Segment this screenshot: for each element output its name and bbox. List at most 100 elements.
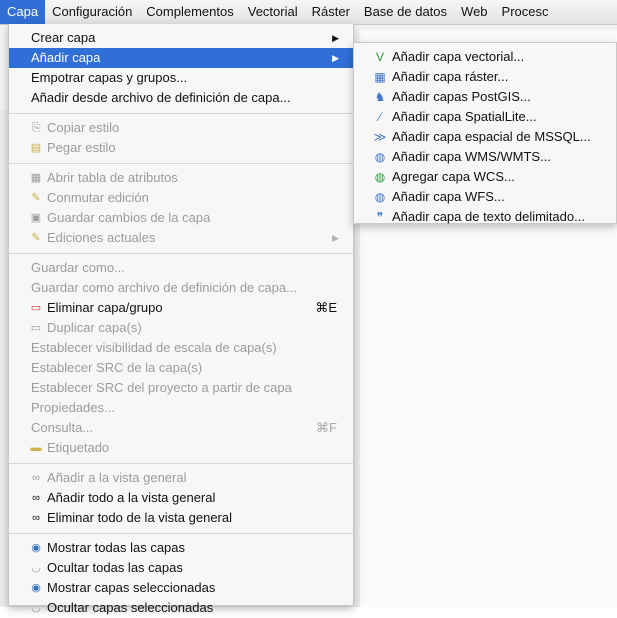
postgis-label: Añadir capas PostGIS... [392,89,531,104]
menu-raster[interactable]: Ráster [305,0,357,24]
submenu-item-texto-delimitado[interactable]: ❞ Añadir capa de texto delimitado... [354,207,616,227]
mssql-label: Añadir capa espacial de MSSQL... [392,129,591,144]
eliminar-shortcut: ⌘E [315,300,337,315]
menu-item-guardar-cambios: ▣ Guardar cambios de la capa [9,208,353,228]
overview-add-all-icon: ∞ [32,492,40,504]
menu-item-ediciones-actuales: ✎ Ediciones actuales ▶ [9,228,353,248]
submenu-item-postgis[interactable]: ♞ Añadir capas PostGIS... [354,87,616,107]
wcs-globe-icon: ◍ [374,170,386,184]
menu-item-guardar-como-def: Guardar como archivo de definición de ca… [31,280,297,295]
postgis-icon: ♞ [374,90,386,104]
wcs-label: Agregar capa WCS... [392,169,515,184]
menu-item-crear-capa[interactable]: Crear capa ▶ [9,28,353,48]
vector-layer-icon: V [375,50,384,64]
menu-item-mostrar-seleccionadas[interactable]: ◉ Mostrar capas seleccionadas [9,578,353,598]
submenu-item-wfs[interactable]: ◍ Añadir capa WFS... [354,187,616,207]
menu-item-establecer-src: Establecer SRC de la capa(s) [31,360,203,375]
overview-remove-all-icon: ∞ [32,512,40,524]
wfs-label: Añadir capa WFS... [392,189,505,204]
submenu-item-wms[interactable]: ◍ Añadir capa WMS/WMTS... [354,147,616,167]
mssql-icon: ≫ [373,130,387,144]
menu-item-anadir-todo-vista[interactable]: ∞ Añadir todo a la vista general [9,488,353,508]
submenu-item-vectorial[interactable]: V Añadir capa vectorial... [354,47,616,67]
menu-item-copiar-estilo: ⎘ Copiar estilo [9,118,353,138]
menu-item-anadir-capa[interactable]: Añadir capa ▶ [9,48,353,68]
menu-item-ocultar-todas[interactable]: ◡ Ocultar todas las capas [9,558,353,578]
submenu-item-spatialite[interactable]: ⁄ Añadir capa SpatialLite... [354,107,616,127]
ediciones-actuales-label: Ediciones actuales [47,230,156,245]
duplicar-capa-label: Duplicar capa(s) [47,320,142,335]
menu-procesos[interactable]: Procesc [495,0,556,24]
spatialite-icon: ⁄ [378,110,381,124]
ocultar-todas-label: Ocultar todas las capas [47,560,183,575]
duplicate-layer-icon: ▭ [30,322,42,334]
submenu-item-mssql[interactable]: ≫ Añadir capa espacial de MSSQL... [354,127,616,147]
attribute-table-icon: ▦ [30,172,42,184]
submenu-arrow-icon: ▶ [332,53,339,63]
eye-closed-icon: ◡ [31,602,41,614]
copiar-estilo-label: Copiar estilo [47,120,120,135]
spatialite-label: Añadir capa SpatialLite... [392,109,537,124]
menu-item-anadir-desde-archivo[interactable]: Añadir desde archivo de definición de ca… [9,88,353,108]
menu-configuracion[interactable]: Configuración [45,0,139,24]
anadir-todo-vista-label: Añadir todo a la vista general [47,490,216,505]
anadir-capa-label: Añadir capa [31,50,101,65]
menu-base-de-datos[interactable]: Base de datos [357,0,454,24]
submenu-item-wcs[interactable]: ◍ Agregar capa WCS... [354,167,616,187]
menu-web[interactable]: Web [454,0,495,24]
raster-label: Añadir capa ráster... [392,69,509,84]
menu-item-mostrar-todas[interactable]: ◉ Mostrar todas las capas [9,538,353,558]
current-edits-icon: ✎ [31,232,41,244]
menu-bar: Capa Configuración Complementos Vectoria… [0,0,617,25]
menu-separator [9,533,353,534]
menu-item-anadir-vista: ∞ Añadir a la vista general [9,468,353,488]
etiquetado-label: Etiquetado [47,440,110,455]
vectorial-label: Añadir capa vectorial... [392,49,525,64]
pencil-icon: ✎ [31,192,41,204]
mostrar-todas-label: Mostrar todas las capas [47,540,186,555]
mostrar-seleccionadas-label: Mostrar capas seleccionadas [47,580,216,595]
menu-item-conmutar-edicion: ✎ Conmutar edición [9,188,353,208]
consulta-shortcut: ⌘F [316,420,337,435]
save-edits-icon: ▣ [30,212,42,224]
menu-item-eliminar-capa[interactable]: ▭ Eliminar capa/grupo ⌘E [9,298,353,318]
menu-item-abrir-tabla: ▦ Abrir tabla de atributos [9,168,353,188]
menu-item-pegar-estilo: ▤ Pegar estilo [9,138,353,158]
ocultar-seleccionadas-label: Ocultar capas seleccionadas [47,600,214,615]
crear-capa-label: Crear capa [31,30,96,45]
anadir-capa-submenu: V Añadir capa vectorial... ▦ Añadir capa… [353,42,617,224]
menu-item-eliminar-todo-vista[interactable]: ∞ Eliminar todo de la vista general [9,508,353,528]
wms-globe-icon: ◍ [374,150,386,164]
menu-separator [9,113,353,114]
submenu-arrow-icon: ▶ [332,33,339,43]
delimited-text-icon: ❞ [376,210,384,224]
menu-item-empotrar[interactable]: Empotrar capas y grupos... [9,68,353,88]
submenu-item-raster[interactable]: ▦ Añadir capa ráster... [354,67,616,87]
anadir-vista-label: Añadir a la vista general [47,470,187,485]
menu-capa[interactable]: Capa [0,0,46,24]
eye-open-icon: ◉ [31,542,41,554]
wms-label: Añadir capa WMS/WMTS... [392,149,551,164]
pegar-estilo-label: Pegar estilo [47,140,116,155]
menu-vectorial[interactable]: Vectorial [241,0,305,24]
submenu-arrow-icon: ▶ [332,233,339,243]
capa-dropdown-menu: Crear capa ▶ Añadir capa ▶ Empotrar capa… [8,24,354,615]
eye-open-icon: ◉ [31,582,41,594]
menu-item-duplicar-capa: ▭ Duplicar capa(s) [9,318,353,338]
menu-complementos[interactable]: Complementos [139,0,240,24]
eye-closed-icon: ◡ [31,562,41,574]
consulta-label: Consulta... [31,420,94,435]
menu-item-establecer-visibilidad: Establecer visibilidad de escala de capa… [31,340,277,355]
conmutar-edicion-label: Conmutar edición [47,190,149,205]
overview-icon: ∞ [32,472,40,484]
labeling-icon: ▬ [30,442,42,454]
wfs-globe-icon: ◍ [374,190,386,204]
menu-item-propiedades: Propiedades... [31,400,115,415]
copy-style-icon: ⎘ [31,122,41,134]
menu-separator [9,463,353,464]
menu-item-ocultar-seleccionadas[interactable]: ◡ Ocultar capas seleccionadas [9,598,353,618]
raster-layer-icon: ▦ [374,70,386,84]
menu-item-consulta: Consulta... ⌘F [9,418,353,438]
menu-item-guardar-como: Guardar como... [31,260,125,275]
menu-separator [9,253,353,254]
